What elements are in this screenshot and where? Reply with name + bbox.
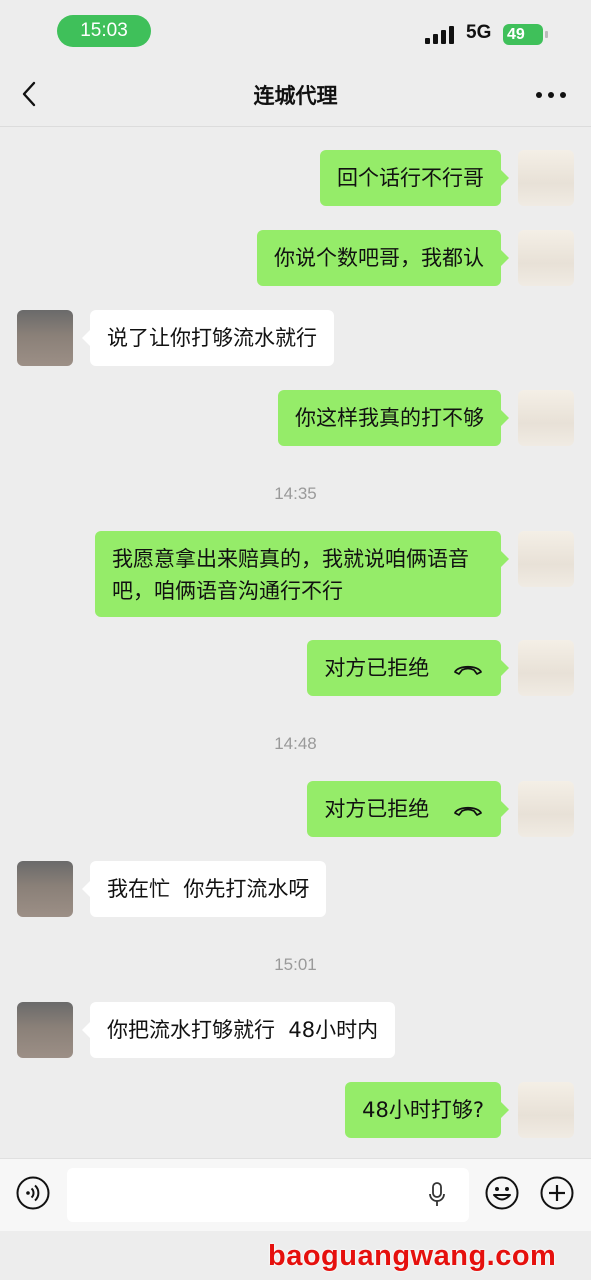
avatar-self[interactable] bbox=[518, 150, 574, 206]
avatar-self[interactable] bbox=[518, 390, 574, 446]
avatar-contact[interactable] bbox=[17, 861, 73, 917]
message-bubble-sent[interactable]: 回个话行不行哥 bbox=[320, 150, 509, 206]
status-time: 15:03 bbox=[57, 15, 151, 47]
call-record-bubble[interactable]: 对方已拒绝 bbox=[307, 640, 509, 696]
message-text: 你说个数吧哥，我都认 bbox=[274, 246, 484, 270]
avatar-contact[interactable] bbox=[17, 310, 73, 366]
battery-tip bbox=[545, 31, 548, 38]
message-text: 对方已拒绝 bbox=[324, 797, 430, 821]
avatar-self[interactable] bbox=[518, 640, 574, 696]
avatar-self[interactable] bbox=[518, 781, 574, 837]
signal-icon bbox=[425, 26, 457, 44]
message-bubble-received[interactable]: 说了让你打够流水就行 bbox=[82, 310, 334, 366]
message-input[interactable] bbox=[67, 1168, 469, 1222]
mic-icon[interactable] bbox=[428, 1182, 446, 1208]
chat-title: 连城代理 bbox=[253, 84, 338, 108]
avatar-self[interactable] bbox=[518, 230, 574, 286]
avatar-self[interactable] bbox=[518, 531, 574, 587]
input-bar bbox=[0, 1158, 591, 1231]
message-bubble-sent[interactable]: 你说个数吧哥，我都认 bbox=[257, 230, 509, 286]
timestamp: 15:01 bbox=[274, 955, 317, 974]
message-text: 回个话行不行哥 bbox=[337, 166, 484, 190]
hangup-phone-icon bbox=[454, 806, 482, 816]
message-text: 你把流水打够就行 48小时内 bbox=[107, 1018, 379, 1042]
message-bubble-received[interactable]: 我在忙 你先打流水呀 bbox=[81, 861, 327, 917]
emoji-icon[interactable] bbox=[485, 1176, 519, 1210]
message-text: 对方已拒绝 bbox=[324, 656, 430, 680]
avatar-contact[interactable] bbox=[17, 1002, 73, 1058]
status-bar: 15:03 5G 49 bbox=[0, 0, 591, 62]
call-record-bubble[interactable]: 对方已拒绝 bbox=[307, 781, 509, 837]
message-bubble-sent[interactable]: 你这样我真的打不够 bbox=[278, 390, 509, 446]
more-dots-icon[interactable] bbox=[536, 92, 566, 98]
timestamp: 14:48 bbox=[274, 734, 317, 753]
message-bubble-sent[interactable]: 48小时打够? bbox=[345, 1082, 509, 1138]
timestamp: 14:35 bbox=[274, 484, 317, 503]
network-type: 5G bbox=[466, 22, 492, 43]
message-bubble-sent[interactable]: 我愿意拿出来赔真的，我就说咱俩语音吧，咱俩语音沟通行不行 bbox=[95, 531, 509, 617]
message-text: 我愿意拿出来赔真的，我就说咱俩语音吧，咱俩语音沟通行不行 bbox=[112, 547, 469, 603]
message-text: 说了让你打够流水就行 bbox=[107, 326, 317, 350]
hangup-phone-icon bbox=[454, 665, 482, 675]
battery-icon: 49 bbox=[503, 24, 543, 45]
message-bubble-received[interactable]: 你把流水打够就行 48小时内 bbox=[81, 1002, 396, 1058]
message-text: 我在忙 你先打流水呀 bbox=[107, 877, 310, 901]
watermark: baoguangwang.com bbox=[268, 1240, 557, 1272]
message-text: 48小时打够? bbox=[362, 1098, 484, 1122]
avatar-self[interactable] bbox=[518, 1082, 574, 1138]
voice-icon[interactable] bbox=[16, 1176, 50, 1210]
chat-header: 连城代理 bbox=[0, 62, 591, 127]
message-text: 你这样我真的打不够 bbox=[295, 406, 484, 430]
battery-level: 49 bbox=[507, 26, 525, 43]
plus-icon[interactable] bbox=[540, 1176, 574, 1210]
